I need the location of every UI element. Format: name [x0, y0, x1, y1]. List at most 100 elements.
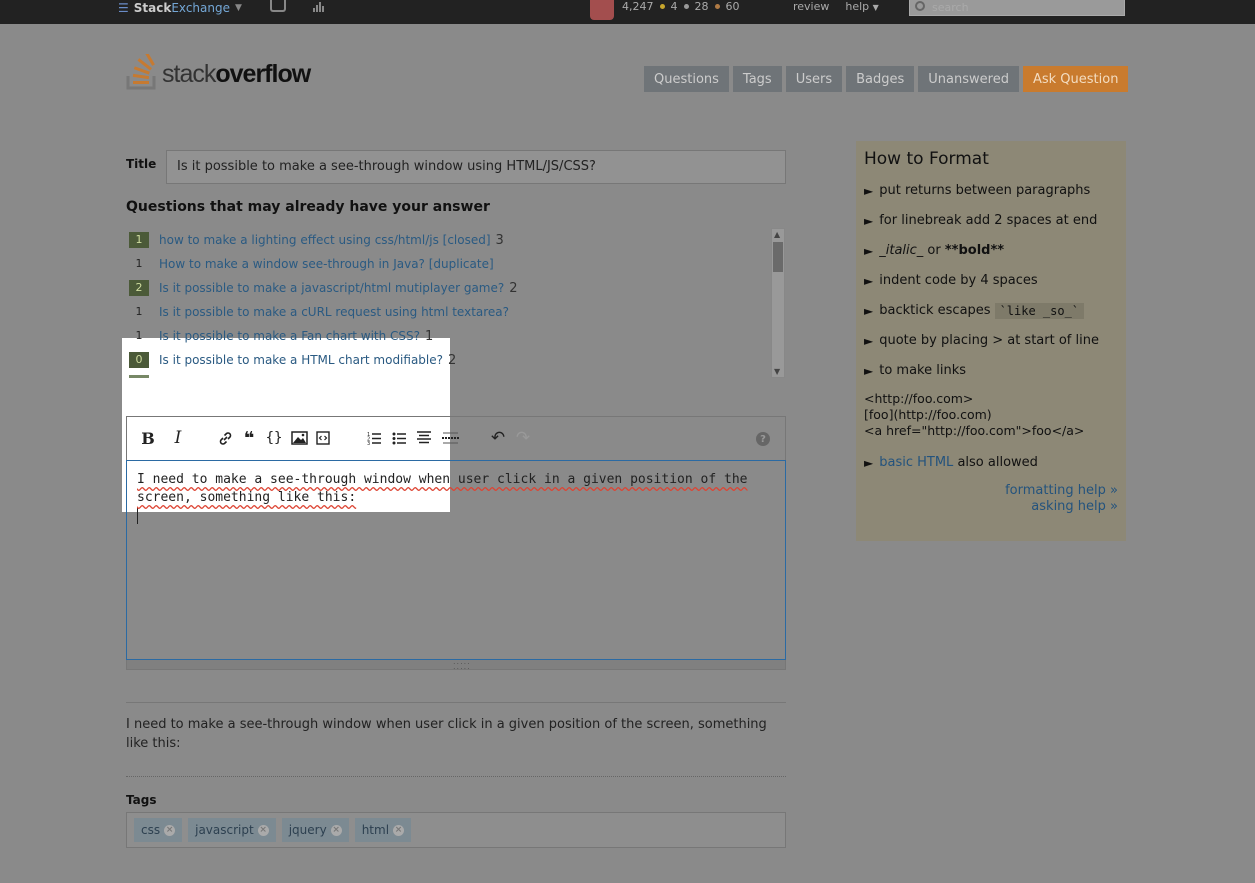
tip-text: put returns between paragraphs	[879, 183, 1091, 198]
similar-question-link[interactable]: How to make a window see-through in Java…	[159, 257, 494, 271]
help-links: formatting help » asking help »	[864, 483, 1118, 515]
answer-count: 3	[495, 232, 504, 248]
help-menu[interactable]: help ▼	[845, 0, 878, 13]
similar-question-link[interactable]: how to make a lighting effect using css/…	[159, 233, 491, 247]
italic-underscore: _	[916, 243, 924, 258]
body-editor[interactable]: I need to make a see-through window when…	[126, 460, 786, 660]
similar-question-link[interactable]: Is it possible to make a cURL request us…	[159, 305, 509, 319]
reputation-summary[interactable]: 4,247 4 28 60	[622, 0, 740, 13]
tip-text: for linebreak add 2 spaces at end	[879, 213, 1098, 228]
format-tip: ► backtick escapes `like _so_`	[864, 301, 1118, 320]
arrow-right-icon: ►	[864, 183, 874, 198]
numbered-list-icon[interactable]: 123	[365, 429, 383, 447]
similar-question-link[interactable]: Is it possible to make a Fan chart with …	[159, 329, 420, 343]
nav-unanswered[interactable]: Unanswered	[918, 66, 1019, 92]
code-icon[interactable]: {}	[265, 429, 283, 447]
nav-questions[interactable]: Questions	[644, 66, 729, 92]
redo-icon[interactable]: ↷	[514, 428, 532, 448]
link-icon[interactable]	[216, 429, 234, 447]
nav-tags[interactable]: Tags	[732, 66, 782, 92]
similar-question-item: 1 Is it possible to make a Fan chart wit…	[126, 326, 434, 346]
remove-tag-icon[interactable]: ×	[330, 824, 342, 836]
chevron-down-icon: ▼	[234, 2, 242, 13]
tag-chip[interactable]: javascript ×	[188, 818, 276, 842]
tag-chip[interactable]: jquery ×	[281, 818, 349, 842]
avatar[interactable]	[590, 0, 614, 20]
answer-count: 2	[509, 280, 518, 296]
answer-count: 2	[448, 352, 457, 368]
tags-label: Tags	[126, 793, 157, 807]
format-tip: ► basic HTML also allowed	[864, 453, 1118, 472]
help-icon[interactable]: ?	[756, 432, 770, 446]
image-icon[interactable]	[290, 429, 308, 447]
formatting-help-link[interactable]: formatting help »	[864, 483, 1118, 499]
how-to-format-panel: How to Format ► put returns between parag…	[856, 141, 1126, 541]
grip-dots: ⁚⁚⁚⁚⁚	[453, 662, 471, 671]
format-tip: ► indent code by 4 spaces	[864, 271, 1118, 290]
snippet-icon[interactable]	[314, 429, 332, 447]
nav-users[interactable]: Users	[785, 66, 843, 92]
tip-text: quote by placing > at start of line	[879, 333, 1099, 348]
format-tip: ► put returns between paragraphs	[864, 181, 1118, 200]
format-tip: ► to make links	[864, 361, 1118, 380]
tip-text: also allowed	[957, 455, 1038, 470]
italic-icon[interactable]: I	[169, 428, 187, 448]
title-label: Title	[126, 157, 157, 171]
silver-badge-icon	[683, 4, 689, 9]
bold-icon[interactable]: B	[139, 429, 157, 448]
heading-icon[interactable]	[415, 429, 433, 447]
asking-help-link[interactable]: asking help »	[864, 499, 1118, 515]
vote-count-badge: 1	[135, 257, 143, 270]
tag-chip[interactable]: html ×	[354, 818, 412, 842]
brand-stack: Stack	[133, 0, 172, 15]
tags-input[interactable]: css × javascript × jquery × html ×	[126, 812, 786, 848]
basic-html-link[interactable]: basic HTML	[879, 455, 953, 470]
stackoverflow-logo[interactable]: stackoverflow	[126, 54, 326, 94]
search-input[interactable]: search	[909, 0, 1125, 16]
remove-tag-icon[interactable]: ×	[164, 824, 176, 836]
scrollbar-thumb[interactable]	[773, 242, 783, 272]
arrow-right-icon: ►	[864, 273, 874, 288]
gold-badge-icon	[659, 4, 665, 9]
blockquote-icon[interactable]: ❝	[240, 428, 258, 449]
tag-chip[interactable]: css ×	[134, 818, 183, 842]
format-tip: ► _ italic _ or **bold**	[864, 241, 1118, 260]
top-links: review help ▼	[793, 0, 879, 13]
remove-tag-icon[interactable]: ×	[257, 824, 269, 836]
achievements-icon[interactable]	[313, 1, 327, 12]
link-example: [foo](http://foo.com)	[864, 407, 992, 422]
similar-question-link[interactable]: Is it possible to make a javascript/html…	[159, 281, 504, 295]
tag-name: jquery	[288, 823, 327, 837]
text-caret	[137, 508, 138, 524]
bronze-badge-icon	[714, 4, 720, 9]
arrow-right-icon: ►	[864, 363, 874, 378]
tip-text: to make links	[879, 363, 967, 378]
tag-name: css	[141, 823, 161, 837]
undo-icon[interactable]: ↶	[489, 428, 507, 448]
stackexchange-menu[interactable]: ☰ Stack Exchange ▼	[118, 0, 242, 15]
help-label: help	[845, 0, 870, 13]
arrow-right-icon: ►	[864, 333, 874, 348]
bronze-badge-count: 60	[725, 0, 740, 13]
similar-questions-scrollbar[interactable]: ▲ ▼	[771, 228, 785, 378]
nav-badges[interactable]: Badges	[846, 66, 915, 92]
top-bar: ☰ Stack Exchange ▼ 4,247 4 28 60 review h…	[0, 0, 1255, 24]
or-text: or	[927, 243, 941, 258]
review-link[interactable]: review	[793, 0, 829, 13]
similar-question-link[interactable]: Is it possible to make a HTML chart modi…	[159, 353, 443, 367]
logo-word-stack: stack	[162, 60, 216, 88]
title-input[interactable]: Is it possible to make a see-through win…	[166, 150, 786, 184]
bulleted-list-icon[interactable]	[390, 429, 408, 447]
scroll-up-icon[interactable]: ▲	[774, 230, 780, 239]
vote-count-badge: 0	[129, 352, 149, 368]
ask-question-button[interactable]: Ask Question	[1022, 66, 1129, 92]
brand-exchange: Exchange	[171, 0, 230, 15]
inbox-icon[interactable]	[270, 0, 286, 12]
remove-tag-icon[interactable]: ×	[393, 824, 405, 836]
editor-resize-grip[interactable]: ⁚⁚⁚⁚⁚	[126, 660, 786, 671]
scroll-down-icon[interactable]: ▼	[774, 367, 780, 376]
similar-question-item: 1 Is it possible to make a cURL request …	[126, 302, 514, 322]
bold-example: **bold**	[944, 243, 1005, 258]
tag-name: html	[361, 823, 390, 837]
horizontal-rule-icon[interactable]	[441, 429, 459, 447]
